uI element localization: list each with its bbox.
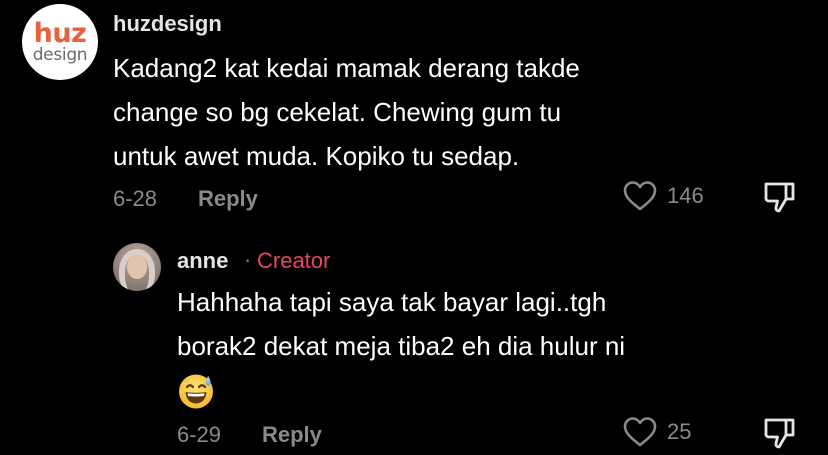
reply-comment-item: anne · Creator Hahhaha tapi saya tak bay… — [0, 230, 828, 455]
grinning-face-with-sweat-emoji — [179, 374, 213, 409]
brand-logo-bottom: design — [32, 45, 88, 65]
dislike-button[interactable] — [762, 180, 798, 219]
like-count: 146 — [667, 183, 704, 208]
reply-button[interactable]: Reply — [262, 422, 322, 448]
comment-date: 6-28 — [113, 186, 158, 211]
creator-badge: Creator — [257, 248, 331, 273]
comment-text: Kadang2 kat kedai mamak derang takde cha… — [113, 53, 580, 171]
meta-separator: · — [244, 247, 252, 272]
avatar[interactable]: huz design — [22, 4, 98, 80]
thumbs-down-outline-icon — [764, 182, 795, 213]
comment-username[interactable]: huzdesign — [113, 11, 222, 37]
comment-date: 6-29 — [177, 422, 222, 447]
dislike-button[interactable] — [762, 416, 798, 455]
like-button[interactable]: 146 — [623, 180, 704, 212]
heart-outline-icon — [623, 181, 657, 211]
avatar[interactable] — [113, 243, 161, 291]
comment-username[interactable]: anne — [177, 248, 228, 274]
like-button[interactable]: 25 — [623, 416, 691, 448]
like-count: 25 — [667, 419, 692, 444]
comment-text: Hahhaha tapi saya tak bayar lagi..tgh bo… — [177, 287, 626, 361]
comment-item: huz design huzdesign Kadang2 kat kedai m… — [0, 0, 828, 230]
avatar-face — [127, 255, 147, 279]
brand-logo-top: huz — [33, 18, 87, 49]
thumbs-down-outline-icon — [764, 418, 795, 449]
reply-button[interactable]: Reply — [198, 186, 258, 212]
heart-outline-icon — [623, 417, 657, 447]
